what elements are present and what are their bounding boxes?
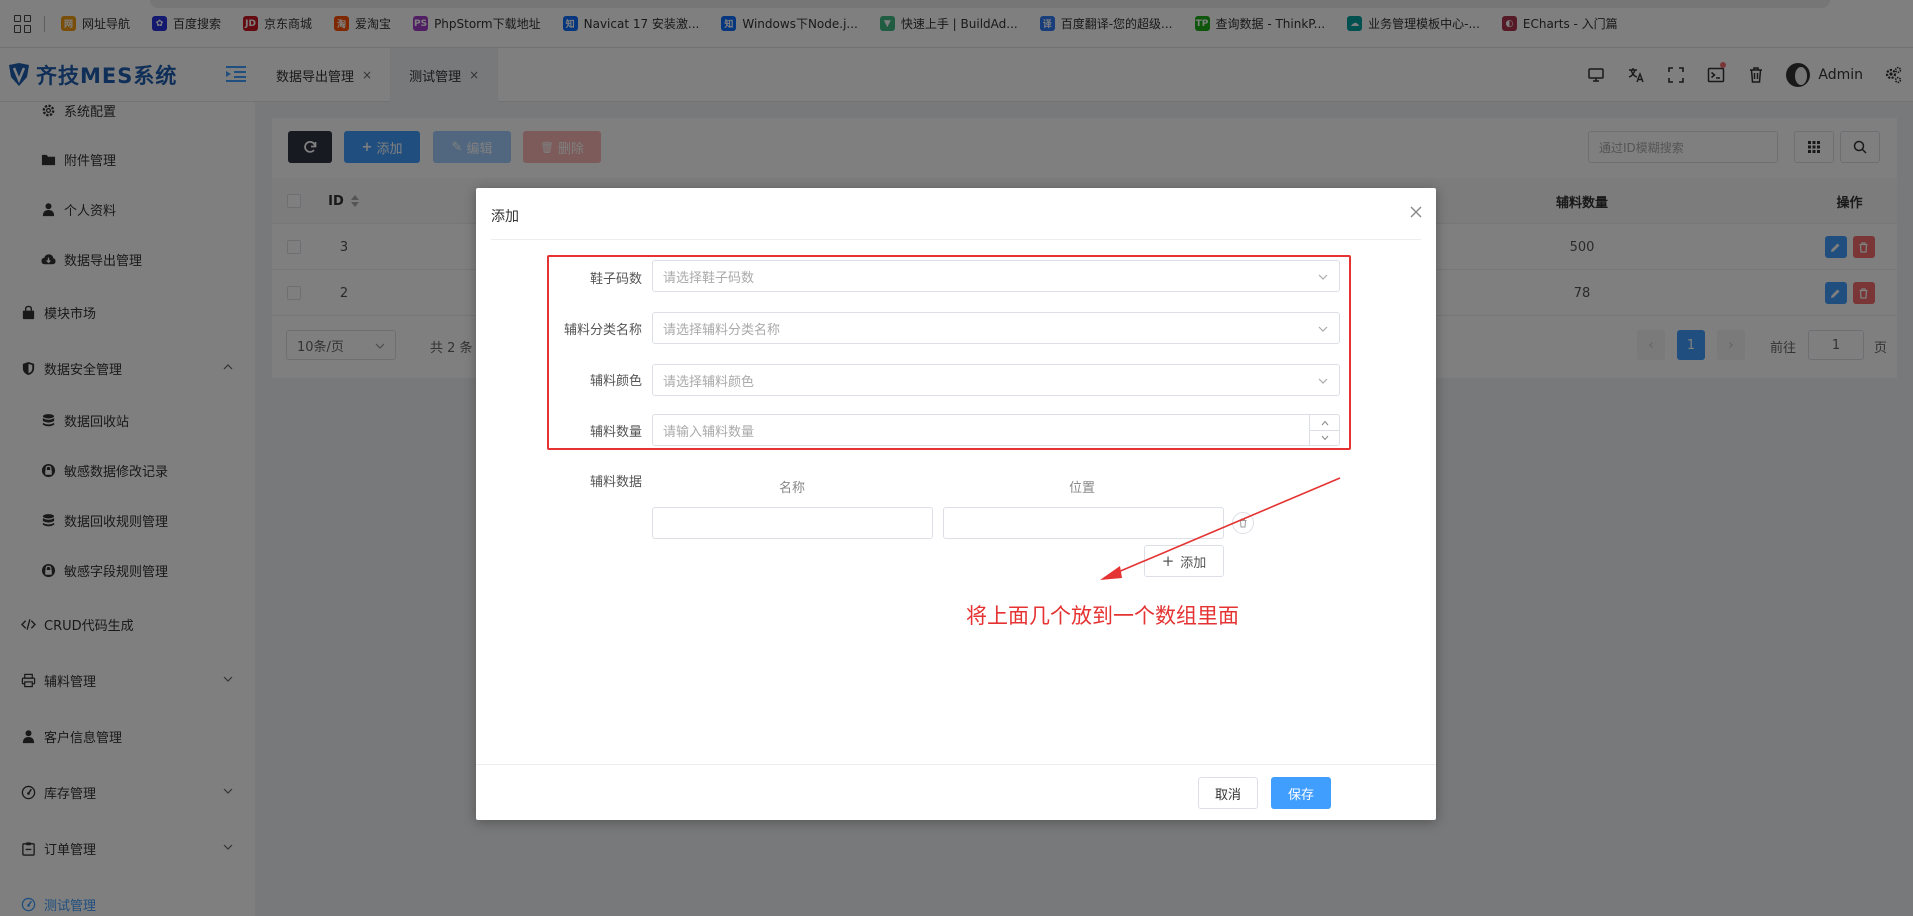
field-label-material-data: 辅料数据 <box>589 475 642 490</box>
dialog-title: 添加 <box>491 209 519 225</box>
annotation-arrow-icon <box>1100 477 1341 580</box>
material-name-input[interactable] <box>652 507 933 539</box>
cancel-button[interactable]: 取消 <box>1198 777 1258 809</box>
annotation-highlight-box <box>547 255 1351 450</box>
save-button[interactable]: 保存 <box>1271 777 1331 809</box>
dialog-divider <box>491 239 1421 240</box>
dialog-footer: 取消 保存 <box>476 764 1436 820</box>
annotation-text: 将上面几个放到一个数组里面 <box>966 604 1239 628</box>
close-icon[interactable] <box>1408 204 1424 220</box>
column-header-name: 名称 <box>779 481 806 496</box>
